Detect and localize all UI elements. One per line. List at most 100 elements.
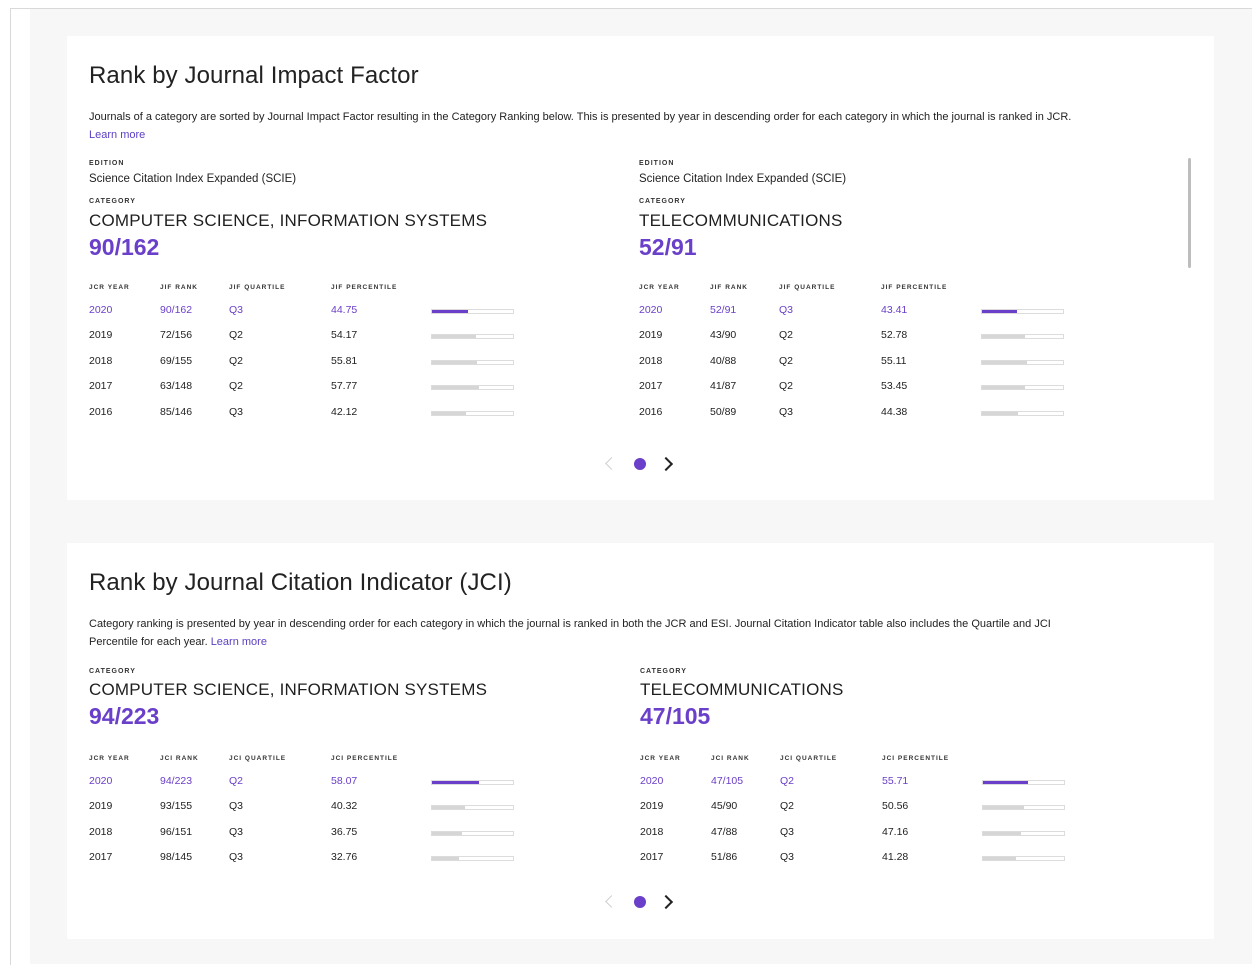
- rank-cell: 72/156: [160, 329, 193, 342]
- year-cell: 2020: [89, 775, 113, 787]
- percentile-cell: 36.75: [331, 825, 358, 838]
- percentile-cell: 55.81: [331, 354, 358, 367]
- year-cell: 2016: [639, 405, 663, 418]
- rank-cell: 98/145: [160, 851, 193, 864]
- column-header: JCI QUARTILE: [780, 755, 838, 762]
- edition-value: Science Citation Index Expanded (SCIE): [639, 173, 847, 185]
- table-row: 2018 40/88 Q2 55.11: [639, 355, 1079, 373]
- jci-card-title: Rank by Journal Citation Indicator (JCI): [89, 569, 512, 596]
- quartile-cell: Q3: [779, 405, 794, 418]
- percentile-cell: 47.16: [882, 825, 909, 838]
- year-cell: 2017: [639, 380, 663, 393]
- column-header: JIF PERCENTILE: [881, 284, 948, 291]
- category-rank: 90/162: [89, 234, 160, 260]
- quartile-cell: Q2: [780, 775, 795, 787]
- table-row[interactable]: 2020 94/223 Q2 58.07: [89, 775, 529, 793]
- percentile-cell: 54.17: [331, 329, 358, 342]
- rank-cell: 47/105: [711, 775, 744, 787]
- percentile-bar: [981, 309, 1064, 314]
- year-cell: 2018: [640, 825, 664, 838]
- column-header: JCR YEAR: [640, 755, 681, 762]
- year-cell: 2017: [640, 851, 664, 864]
- percentile-bar-fill: [432, 806, 465, 810]
- category-name: COMPUTER SCIENCE, INFORMATION SYSTEMS: [89, 211, 488, 230]
- page-dot-icon[interactable]: [634, 458, 646, 470]
- percentile-cell: 53.45: [881, 380, 908, 393]
- column-header: JIF QUARTILE: [779, 284, 836, 291]
- table-row[interactable]: 2020 47/105 Q2 55.71: [640, 775, 1080, 793]
- percentile-bar-fill: [982, 310, 1018, 313]
- percentile-bar: [981, 359, 1064, 365]
- percentile-cell: 32.76: [331, 851, 358, 864]
- jif-description-text: Journals of a category are sorted by Jou…: [89, 111, 1072, 123]
- table-row: 2017 51/86 Q3 41.28: [640, 851, 1080, 869]
- jif-learn-more-link[interactable]: Learn more: [89, 129, 145, 141]
- rank-cell: 69/155: [160, 354, 193, 367]
- scrollbar-thumb[interactable]: [1188, 158, 1191, 268]
- year-cell: 2019: [640, 800, 664, 813]
- percentile-cell: 57.77: [331, 380, 358, 393]
- rank-cell: 47/88: [711, 825, 738, 838]
- year-cell: 2017: [89, 851, 113, 864]
- rank-cell: 90/162: [160, 304, 193, 316]
- chevron-right-icon[interactable]: [658, 894, 674, 910]
- percentile-bar: [982, 780, 1065, 785]
- table-row: 2017 98/145 Q3 32.76: [89, 851, 529, 869]
- rank-cell: 50/89: [710, 405, 737, 418]
- percentile-bar-fill: [982, 335, 1025, 339]
- column-header: JIF RANK: [160, 284, 198, 291]
- table-row: 2018 96/151 Q3 36.75: [89, 826, 529, 844]
- quartile-cell: Q3: [780, 851, 795, 864]
- year-cell: 2019: [639, 329, 663, 342]
- percentile-cell: 43.41: [881, 304, 908, 316]
- percentile-bar-fill: [982, 360, 1027, 364]
- percentile-cell: 40.32: [331, 800, 358, 813]
- quartile-cell: Q2: [229, 329, 244, 342]
- quartile-cell: Q3: [229, 825, 244, 838]
- percentile-cell: 55.71: [882, 775, 909, 787]
- percentile-cell: 44.38: [881, 405, 908, 418]
- year-cell: 2020: [639, 304, 663, 316]
- table-row: 2017 41/87 Q2 53.45: [639, 380, 1079, 398]
- column-header: JCR YEAR: [89, 755, 130, 762]
- year-cell: 2016: [89, 405, 113, 418]
- chevron-left-icon[interactable]: [605, 895, 618, 908]
- page-dot-icon[interactable]: [634, 896, 646, 908]
- year-cell: 2018: [639, 354, 663, 367]
- table-row: 2018 69/155 Q2 55.81: [89, 355, 529, 373]
- percentile-bar: [981, 410, 1064, 416]
- percentile-bar-fill: [982, 411, 1018, 415]
- percentile-bar: [431, 805, 514, 811]
- percentile-cell: 55.11: [881, 354, 907, 367]
- category-label: CATEGORY: [89, 668, 136, 675]
- category-name: TELECOMMUNICATIONS: [640, 680, 844, 699]
- quartile-cell: Q2: [229, 775, 244, 787]
- percentile-bar-fill: [983, 857, 1017, 861]
- table-row: 2019 43/90 Q2 52.78: [639, 329, 1079, 347]
- column-header: JCI RANK: [711, 755, 750, 762]
- percentile-bar-fill: [983, 781, 1029, 784]
- table-row[interactable]: 2020 52/91 Q3 43.41: [639, 304, 1079, 322]
- table-row: 2017 63/148 Q2 57.77: [89, 380, 529, 398]
- quartile-cell: Q3: [229, 405, 244, 418]
- year-cell: 2020: [640, 775, 664, 787]
- jci-learn-more-link[interactable]: Learn more: [211, 636, 267, 648]
- chevron-right-icon[interactable]: [658, 456, 674, 472]
- percentile-bar: [982, 830, 1065, 836]
- table-row: 2018 47/88 Q3 47.16: [640, 826, 1080, 844]
- percentile-cell: 41.28: [882, 851, 909, 864]
- jif-card-title: Rank by Journal Impact Factor: [89, 62, 419, 89]
- quartile-cell: Q2: [779, 354, 794, 367]
- percentile-bar-fill: [983, 806, 1024, 810]
- category-label: CATEGORY: [639, 198, 686, 205]
- rank-cell: 41/87: [710, 380, 737, 393]
- percentile-bar: [981, 385, 1064, 391]
- percentile-bar-fill: [432, 386, 479, 390]
- chevron-left-icon[interactable]: [605, 457, 618, 470]
- percentile-cell: 42.12: [331, 405, 358, 418]
- column-header: JCR YEAR: [89, 284, 130, 291]
- percentile-bar: [431, 780, 514, 785]
- year-cell: 2019: [89, 800, 113, 813]
- table-row[interactable]: 2020 90/162 Q3 44.75: [89, 304, 529, 322]
- quartile-cell: Q2: [779, 380, 794, 393]
